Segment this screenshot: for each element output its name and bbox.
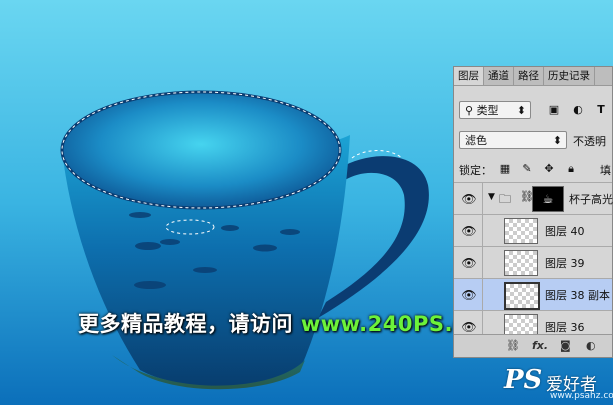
- folder-icon: 🗀︎: [499, 192, 512, 206]
- layer-name: 杯子高光: [569, 193, 613, 206]
- mask-thumbnail[interactable]: ☕︎: [532, 186, 564, 212]
- link-icon[interactable]: ⛓︎: [506, 339, 520, 352]
- image-filter-icon[interactable]: ▣: [547, 103, 561, 117]
- logo-site: www.psahz.com: [550, 391, 613, 401]
- eye-icon[interactable]: 👁︎: [460, 257, 478, 269]
- filter-kind-label: 类型: [476, 104, 499, 117]
- layers-panel: 图层 通道 路径 历史记录 ⚲ 类型 ⬍ ▣ ◐ T 滤色 ⬍ 不透明 锁定： …: [453, 66, 613, 358]
- layer-thumbnail: [504, 250, 538, 276]
- layer-name: 图层 36: [545, 321, 585, 334]
- chevron-down-icon: ⬍: [516, 104, 526, 117]
- text-filter-icon[interactable]: T: [594, 103, 608, 117]
- fill-label: 填: [600, 164, 611, 177]
- eye-icon[interactable]: 👁︎: [460, 193, 478, 205]
- triangle-down-icon[interactable]: ▼: [488, 192, 495, 202]
- eye-icon[interactable]: 👁︎: [460, 289, 478, 301]
- layer-row[interactable]: 👁︎ 图层 40: [454, 214, 612, 247]
- layer-row-selected[interactable]: 👁︎ 图层 38 副本: [454, 278, 612, 311]
- watermark-text: 更多精品教程，请访问 www.240PS.com: [78, 312, 504, 336]
- layer-row[interactable]: 👁︎ 图层 39: [454, 246, 612, 279]
- eye-icon[interactable]: 👁︎: [460, 225, 478, 237]
- tab-history[interactable]: 历史记录: [544, 67, 595, 85]
- search-icon: ⚲: [465, 104, 474, 117]
- tab-layers[interactable]: 图层: [454, 67, 484, 85]
- filter-kind-select[interactable]: ⚲ 类型 ⬍: [459, 101, 531, 119]
- eye-icon[interactable]: 👁︎: [460, 321, 478, 333]
- layer-name: 图层 39: [545, 257, 585, 270]
- opacity-label: 不透明: [573, 135, 606, 148]
- site-logo: PS 爱好者 www.psahz.com: [504, 365, 613, 403]
- panel-bottom-bar: ⛓︎ fx. ◙ ◐: [454, 334, 612, 357]
- lock-paint-icon[interactable]: ✎: [520, 162, 534, 176]
- mask-icon[interactable]: ◙: [560, 339, 571, 352]
- tab-channels[interactable]: 通道: [484, 67, 514, 85]
- fx-icon[interactable]: fx.: [532, 339, 548, 352]
- layer-group-row[interactable]: 👁︎ ▼ 🗀︎ ⛓︎ ☕︎ 杯子高光: [454, 182, 613, 215]
- chevron-down-icon: ⬍: [552, 134, 562, 147]
- layer-name: 图层 38 副本: [545, 289, 610, 302]
- panel-tabs: 图层 通道 路径 历史记录: [454, 67, 612, 86]
- lock-label: 锁定：: [459, 164, 492, 177]
- tab-paths[interactable]: 路径: [514, 67, 544, 85]
- layer-name: 图层 40: [545, 225, 585, 238]
- layer-thumbnail: [504, 282, 540, 310]
- logo-mark: PS: [504, 365, 543, 395]
- lock-all-icon[interactable]: 🔒︎: [564, 162, 578, 176]
- layer-thumbnail: [504, 218, 538, 244]
- blend-mode-select[interactable]: 滤色 ⬍: [459, 131, 567, 149]
- adjustment-icon[interactable]: ◐: [586, 339, 596, 352]
- lock-move-icon[interactable]: ✥: [542, 162, 556, 176]
- blend-mode-value: 滤色: [465, 134, 487, 147]
- lock-transparent-icon[interactable]: ▦: [498, 162, 512, 176]
- adjustment-filter-icon[interactable]: ◐: [571, 103, 585, 117]
